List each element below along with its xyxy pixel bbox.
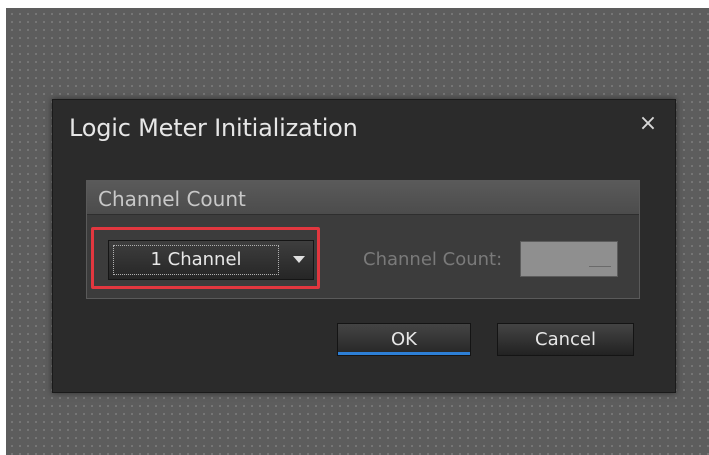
close-icon[interactable]: × — [638, 113, 658, 135]
channel-count-input — [520, 241, 618, 277]
group-title: Channel Count — [98, 187, 246, 211]
channel-count-input-decoration — [589, 250, 611, 267]
channel-count-label: Channel Count: — [363, 249, 503, 270]
dialog-title: Logic Meter Initialization — [69, 114, 358, 142]
logic-meter-init-dialog: Logic Meter Initialization × Channel Cou… — [52, 99, 676, 393]
ok-button[interactable]: OK — [337, 323, 471, 356]
cancel-button[interactable]: Cancel — [497, 323, 634, 356]
group-header: Channel Count — [87, 181, 639, 215]
highlight-box — [91, 227, 320, 289]
